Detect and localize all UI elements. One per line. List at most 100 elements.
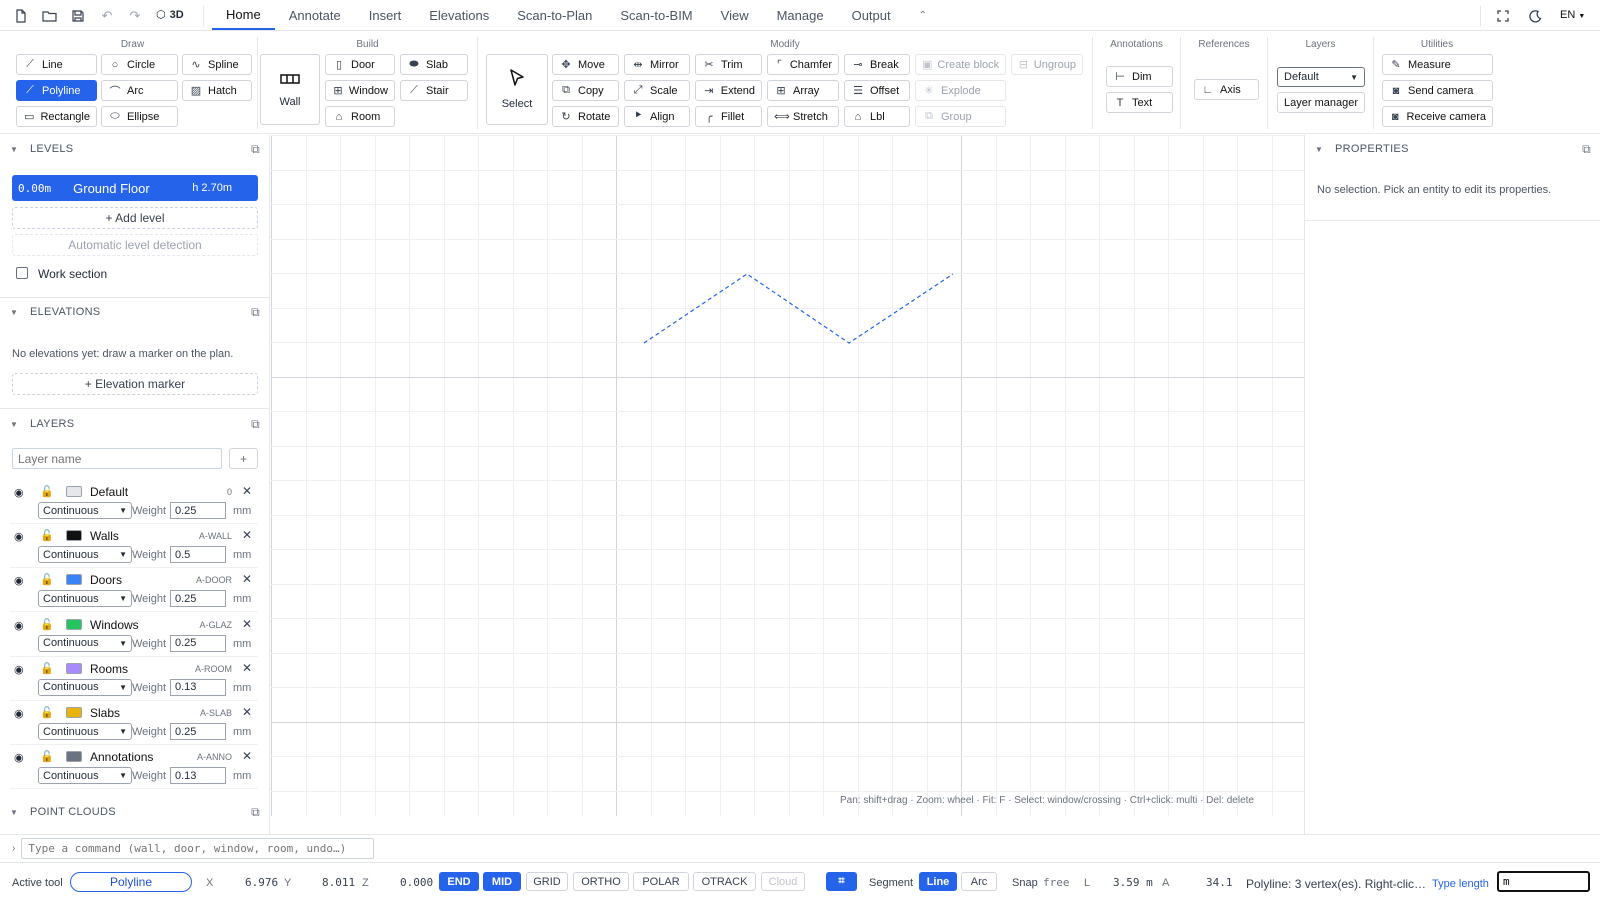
layer-color-swatch[interactable] (66, 486, 82, 497)
hatch-button[interactable]: ▨ Hatch (182, 80, 252, 101)
lock-icon[interactable]: 🔓 (40, 618, 54, 631)
layers-header[interactable]: ▼ LAYERS ⧉ (0, 410, 269, 438)
lock-icon[interactable]: 🔓 (40, 706, 54, 719)
receive-camera-button[interactable]: ◙ Receive camera (1382, 106, 1493, 127)
popout-icon[interactable]: ⧉ (1582, 142, 1591, 157)
layer-row-annotations[interactable]: ◉ 🔓 Annotations A-ANNO ✕ Continuous ▼ Weight 0.1… (10, 745, 258, 790)
tab-home[interactable]: Home (212, 0, 275, 30)
fullscreen-icon[interactable] (1492, 5, 1514, 27)
eye-icon[interactable]: ◉ (14, 530, 24, 543)
ungroup-button[interactable]: ⊟ Ungroup (1011, 54, 1083, 75)
lock-icon[interactable]: 🔓 (40, 750, 54, 763)
tab-elevations[interactable]: Elevations (415, 0, 503, 30)
delete-layer-icon[interactable]: ✕ (242, 572, 252, 586)
linetype-select[interactable]: Continuous ▼ (38, 590, 132, 608)
offset-button[interactable]: ☰ Offset (844, 80, 910, 101)
popout-icon[interactable]: ⧉ (251, 305, 260, 320)
grid-snap-toggle[interactable]: ⌗ (826, 872, 857, 891)
language-select[interactable]: EN ▼ (1560, 9, 1585, 21)
polyline-button[interactable]: ⟋ Polyline (16, 80, 97, 101)
layer-row-windows[interactable]: ◉ 🔓 Windows A-GLAZ ✕ Continuous ▼ Weight 0.25 mm (10, 613, 258, 657)
add-layer-button[interactable]: + (229, 448, 258, 469)
tab-annotate[interactable]: Annotate (275, 0, 355, 30)
spline-button[interactable]: ∿ Spline (182, 54, 252, 75)
current-layer-select[interactable]: Default ▼ (1277, 67, 1365, 87)
delete-layer-icon[interactable]: ✕ (242, 749, 252, 763)
layer-row-doors[interactable]: ◉ 🔓 Doors A-DOOR ✕ Continuous ▼ Weight 0.25 mm (10, 568, 258, 613)
layer-color-swatch[interactable] (66, 618, 82, 630)
layer-row-default[interactable]: ◉ 🔓 Default 0 ✕ Continuous ▼ Weight 0.25 mm (10, 480, 258, 524)
extend-button[interactable]: ⇥ Extend (695, 80, 762, 101)
save-icon[interactable] (67, 5, 89, 27)
layer-color-swatch[interactable] (66, 662, 82, 674)
layer-row-rooms[interactable]: ◉ 🔓 Rooms A-ROOM ✕ Continuous ▼ Weight 0.13 mm (10, 657, 258, 701)
tab-view[interactable]: View (707, 0, 763, 30)
eye-icon[interactable]: ◉ (14, 707, 24, 720)
linetype-select[interactable]: Continuous ▼ (38, 546, 132, 564)
stair-button[interactable]: ⟋ Stair (400, 80, 468, 101)
add-elevation-marker-button[interactable]: + Elevation marker (12, 373, 258, 395)
snap-toggle-grid[interactable]: GRID (526, 872, 568, 891)
snap-toggle-cloud[interactable]: Cloud (761, 872, 805, 891)
work-section-checkbox[interactable] (16, 267, 28, 279)
undo-icon[interactable]: ↶ (96, 5, 118, 27)
trim-button[interactable]: ✂ Trim (695, 54, 762, 75)
layer-name-input[interactable] (12, 448, 222, 469)
new-file-icon[interactable] (10, 5, 32, 27)
rotate-button[interactable]: ↻ Rotate (552, 106, 619, 127)
tab-insert[interactable]: Insert (355, 0, 416, 30)
send-camera-button[interactable]: ◙ Send camera (1382, 80, 1493, 101)
lock-icon[interactable]: 🔓 (40, 573, 54, 586)
lock-icon[interactable]: 🔓 (40, 662, 54, 675)
copy-button[interactable]: ⧉ Copy (552, 80, 619, 101)
weight-input[interactable]: 0.13 (170, 767, 226, 785)
eye-icon[interactable]: ◉ (14, 574, 24, 587)
popout-icon[interactable]: ⧉ (251, 805, 260, 820)
array-button[interactable]: ⊞ Array (767, 80, 839, 101)
tab-manage[interactable]: Manage (763, 0, 838, 30)
linetype-select[interactable]: Continuous ▼ (38, 723, 132, 740)
linetype-select[interactable]: Continuous ▼ (38, 502, 132, 519)
line-button[interactable]: ⟋ Line (16, 54, 97, 75)
linetype-select[interactable]: Continuous ▼ (38, 634, 132, 652)
rectangle-button[interactable]: ▭ Rectangle (16, 106, 97, 127)
elevations-header[interactable]: ▼ ELEVATIONS ⧉ (0, 298, 269, 326)
eye-icon[interactable]: ◉ (14, 751, 24, 764)
dark-mode-icon[interactable] (1524, 5, 1546, 27)
delete-layer-icon[interactable]: ✕ (242, 528, 252, 542)
popout-icon[interactable]: ⧉ (251, 142, 260, 157)
levels-header[interactable]: ▼ LEVELS ⧉ (0, 135, 269, 163)
delete-layer-icon[interactable]: ✕ (242, 617, 252, 631)
layer-color-swatch[interactable] (66, 574, 82, 586)
snap-toggle-polar[interactable]: POLAR (633, 872, 689, 891)
circle-button[interactable]: ○ Circle (101, 54, 178, 75)
type-length-input[interactable] (1497, 871, 1590, 892)
segment-arc-toggle[interactable]: Arc (961, 872, 997, 891)
command-input[interactable] (21, 838, 375, 859)
weight-input[interactable]: 0.25 (170, 590, 226, 608)
view-3d-button[interactable]: ⬡ 3D (156, 8, 184, 22)
room-button[interactable]: ⌂ Room (325, 106, 395, 127)
redo-icon[interactable]: ↷ (124, 5, 146, 27)
wall-button[interactable]: Wall (260, 54, 320, 125)
delete-layer-icon[interactable]: ✕ (242, 661, 252, 675)
eye-icon[interactable]: ◉ (14, 486, 24, 499)
explode-button[interactable]: ✳ Explode (915, 80, 1006, 101)
slab-button[interactable]: ⬬ Slab (400, 54, 468, 75)
auto-level-detection-button[interactable]: Automatic level detection (12, 234, 258, 256)
tab-scan-to-bim[interactable]: Scan-to-BIM (606, 0, 706, 30)
tab-output[interactable]: Output (838, 0, 905, 30)
drawing-canvas[interactable]: Pan: shift+drag · Zoom: wheel · Fit: F ·… (271, 135, 1304, 816)
layer-row-slabs[interactable]: ◉ 🔓 Slabs A-SLAB ✕ Continuous ▼ Weight 0.25 mm (10, 701, 258, 745)
scale-button[interactable]: ⤢ Scale (624, 80, 690, 101)
move-button[interactable]: ✥ Move (552, 54, 619, 75)
collapse-ribbon-icon[interactable]: ⌃ (905, 0, 941, 30)
snap-toggle-otrack[interactable]: OTRACK (693, 872, 756, 891)
add-level-button[interactable]: + Add level (12, 207, 258, 229)
window-button[interactable]: ⊞ Window (325, 80, 395, 101)
eye-icon[interactable]: ◉ (14, 619, 24, 632)
label-button[interactable]: ⌂ Lbl (844, 106, 910, 127)
delete-layer-icon[interactable]: ✕ (242, 705, 252, 719)
level-item-ground-floor[interactable]: 0.00m Ground Floor h 2.70m (12, 175, 258, 201)
mirror-button[interactable]: ⇹ Mirror (624, 54, 690, 75)
